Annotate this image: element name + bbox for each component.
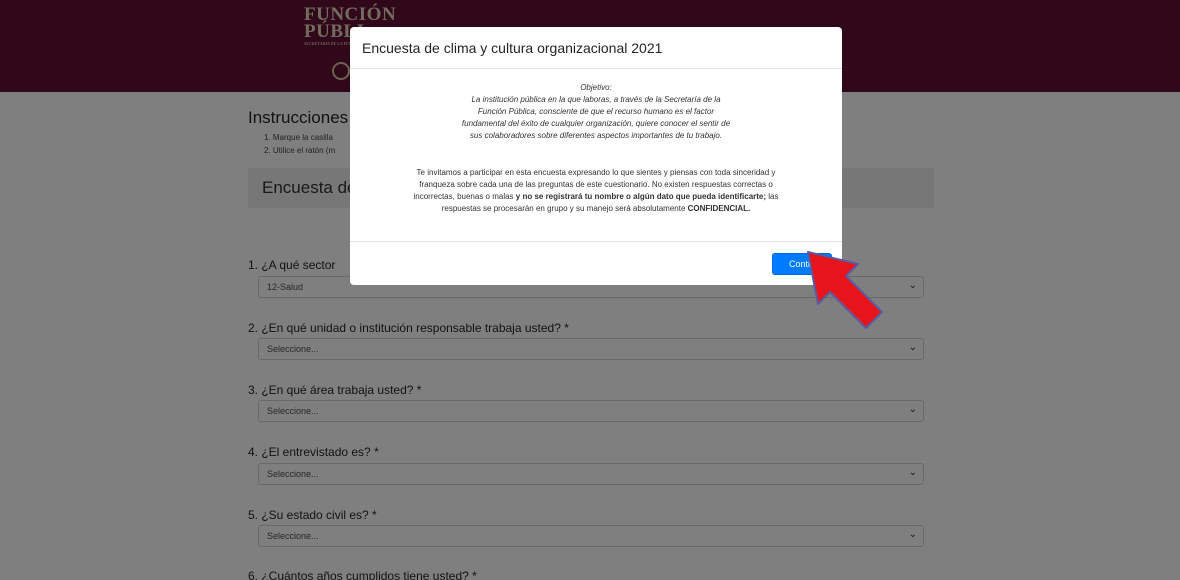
modal-footer: Contin (350, 241, 842, 285)
text-span: respuestas se procesarán en grupo y su m… (441, 204, 688, 213)
arrow-icon (807, 251, 883, 329)
invitation-line: Te invitamos a participar en esta encues… (416, 168, 776, 177)
objective-line: La institución pública en la que laboras… (471, 95, 721, 104)
objective-text: Objetivo: La institución pública en la q… (350, 82, 842, 142)
invitation-line: incorrectas, buenas o malas y no se regi… (364, 191, 828, 203)
modal-header: Encuesta de clima y cultura organizacion… (350, 27, 842, 69)
objective-line: Función Pública, consciente de que el re… (477, 107, 715, 116)
invitation-text: Te invitamos a participar en esta encues… (364, 167, 828, 215)
text-span: incorrectas, buenas o malas (413, 192, 516, 201)
objective-line: sus colaboradores sobre diferentes aspec… (469, 131, 723, 140)
red-arrow-annotation (807, 251, 883, 329)
survey-intro-modal: Encuesta de clima y cultura organizacion… (350, 27, 842, 285)
objective-heading: Objetivo: (580, 83, 612, 92)
objective-line: fundamental del éxito de cualquier organ… (461, 119, 731, 128)
invitation-line: franqueza sobre cada una de las pregunta… (419, 180, 773, 189)
text-span: las (766, 192, 779, 201)
modal-title: Encuesta de clima y cultura organizacion… (362, 40, 663, 56)
confidential-emphasis: CONFIDENCIAL. (687, 204, 751, 213)
invitation-line: respuestas se procesarán en grupo y su m… (364, 203, 828, 215)
anonymity-emphasis: y no se registrará tu nombre o algún dat… (515, 192, 767, 201)
